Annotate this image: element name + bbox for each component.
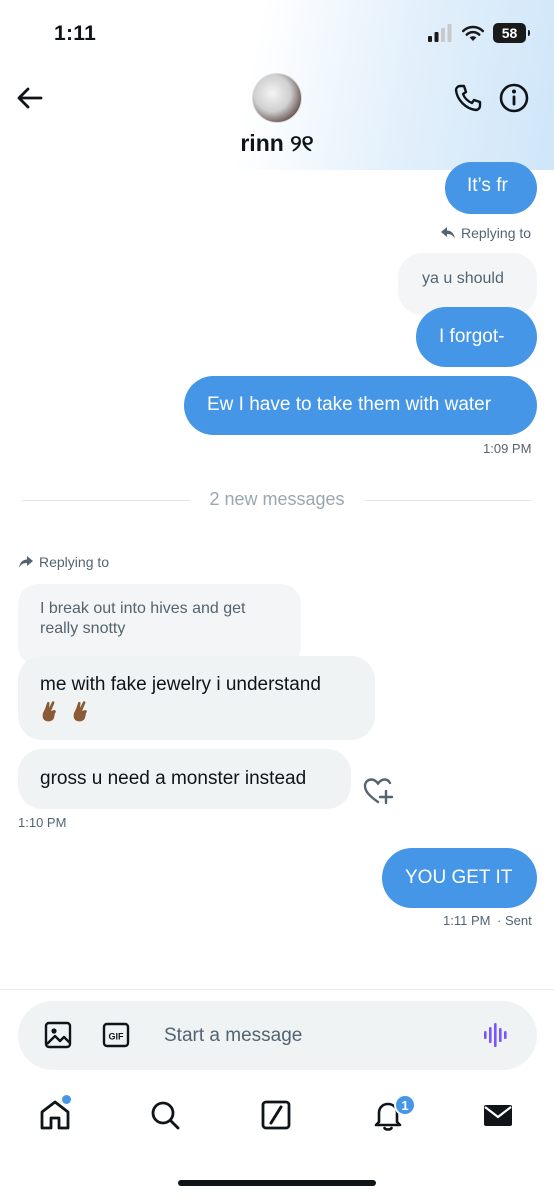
message-composer: GIF: [18, 1001, 537, 1070]
divider-right: [365, 500, 531, 501]
crossed-fingers-icon: [42, 701, 56, 722]
battery-indicator: 58: [493, 23, 530, 43]
contact-name[interactable]: rinn ୨୧: [0, 130, 554, 157]
search-icon[interactable]: [147, 1097, 183, 1133]
grok-icon[interactable]: [258, 1097, 294, 1133]
replying-to-text: Replying to: [39, 554, 110, 570]
quoted-message[interactable]: ya u should: [398, 253, 537, 315]
messages-envelope-icon[interactable]: [480, 1097, 516, 1133]
message-timestamp: 1:11 PM: [443, 913, 491, 928]
status-time: 1:11: [54, 22, 97, 45]
notifications-badge: 1: [394, 1094, 416, 1116]
back-arrow-icon[interactable]: [14, 82, 46, 114]
message-bubble-sent[interactable]: Ew I have to take them with water: [184, 376, 537, 435]
home-indicator: [178, 1180, 376, 1186]
message-text: me with fake jewelry i understand: [40, 674, 321, 695]
message-timestamp: 1:09 PM: [483, 441, 532, 456]
message-input[interactable]: [164, 1019, 464, 1053]
home-notification-dot: [62, 1095, 71, 1104]
message-bubble-sent[interactable]: I forgot-: [416, 307, 537, 367]
crossed-fingers-emojis: [40, 699, 375, 723]
crossed-fingers-icon: [73, 701, 88, 722]
message-bubble-received[interactable]: gross u need a monster instead: [18, 749, 351, 809]
heart-add-reaction-icon[interactable]: [362, 776, 396, 808]
avatar[interactable]: [252, 73, 302, 123]
reply-arrow-icon: [19, 556, 33, 568]
info-icon[interactable]: [498, 82, 530, 114]
phone-icon[interactable]: [452, 82, 484, 114]
message-sent-status: · Sent: [497, 913, 532, 928]
cellular-signal-icon: [428, 24, 452, 42]
wifi-icon: [461, 25, 485, 41]
composer-divider: [0, 989, 554, 990]
image-icon[interactable]: [43, 1020, 73, 1050]
svg-text:GIF: GIF: [109, 1032, 125, 1042]
message-bubble-sent[interactable]: It’s fr: [445, 162, 537, 214]
gif-icon[interactable]: GIF: [101, 1020, 131, 1050]
quoted-message[interactable]: I break out into hives and get really sn…: [18, 584, 301, 666]
replying-to-label: Replying to: [440, 225, 531, 241]
reply-arrow-icon: [441, 227, 455, 239]
message-bubble-sent[interactable]: YOU GET IT: [382, 848, 537, 908]
voice-message-icon[interactable]: [481, 1020, 511, 1050]
message-bubble-received[interactable]: me with fake jewelry i understand: [18, 656, 375, 740]
replying-to-text: Replying to: [461, 225, 532, 241]
message-timestamp: 1:10 PM: [18, 815, 67, 830]
status-icons: 58: [427, 23, 530, 43]
replying-to-label: Replying to: [18, 554, 109, 570]
conversation-header: 1:11 58 rinn ୨୧: [0, 0, 554, 170]
